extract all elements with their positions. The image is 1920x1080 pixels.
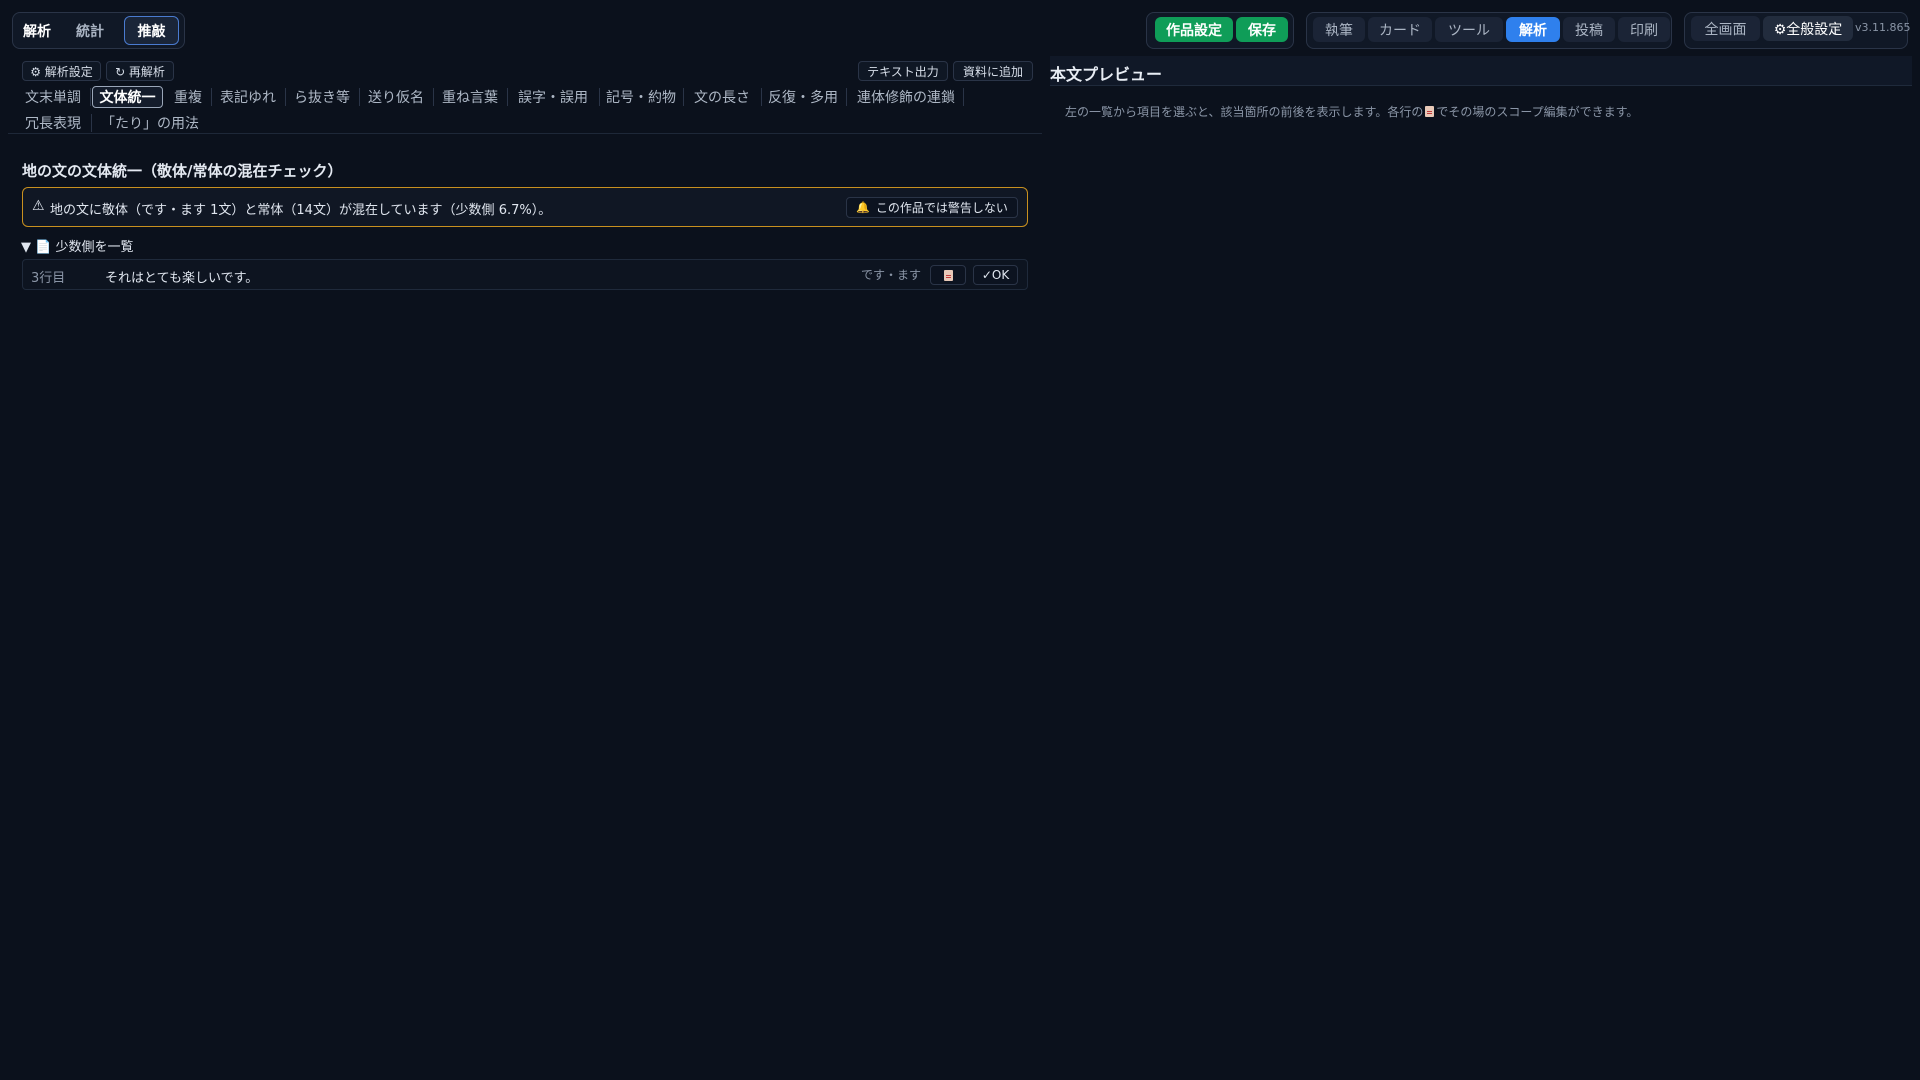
style-mix-warning: ⚠ 地の文に敬体（です・ます 1文）と常体（14文）が混在しています（少数側 6… [22,187,1028,227]
reanalyze-button[interactable]: ↻ 再解析 [106,61,174,81]
save-button[interactable]: 保存 [1236,17,1288,42]
version-label: v3.11.865 [1855,21,1911,34]
check-tab-symbols[interactable]: 記号・約物 [601,86,681,108]
analysis-settings-button[interactable]: ⚙ 解析設定 [22,61,101,81]
mute-warning-label: この作品では警告しない [875,201,1008,215]
tab-separator [683,88,684,106]
nav-analysis[interactable]: 解析 [1506,17,1560,42]
tab-separator [761,88,762,106]
tab-revision[interactable]: 推敲 [124,16,179,45]
check-tab-tari-usage[interactable]: 「たり」の用法 [94,112,206,134]
check-tab-duplicate[interactable]: 重複 [167,86,209,108]
work-settings-button[interactable]: 作品設定 [1155,17,1233,42]
check-tab-repetition[interactable]: 反復・多用 [763,86,843,108]
tab-separator [846,88,847,106]
row-style-label: です・ます [861,268,922,282]
check-tab-modifier-chain[interactable]: 連体修飾の連鎖 [849,86,963,108]
nav-print[interactable]: 印刷 [1618,17,1670,42]
check-tab-sentence-length[interactable]: 文の長さ [685,86,759,108]
warning-icon: ⚠ [32,198,45,214]
tab-separator [507,88,508,106]
check-tab-okurigana[interactable]: 送り仮名 [361,86,431,108]
check-tab-sentence-ending[interactable]: 文末単調 [18,86,88,108]
check-tab-typos[interactable]: 誤字・誤用 [509,86,597,108]
window-controls: 全画面 ⚙全般設定 v3.11.865 [1684,12,1911,49]
row-line-number: 3行目 [31,271,66,286]
tab-statistics[interactable]: 統計 [65,16,115,45]
preview-hint-after: でその場のスコープ編集ができます。 [1436,105,1639,119]
preview-hint-before: 左の一覧から項目を選ぶと、該当箇所の前後を表示します。各行の [1065,105,1424,119]
scope-edit-button[interactable] [930,265,966,285]
check-tab-redundant-words[interactable]: 重ね言葉 [435,86,505,108]
row-sentence: それはとても楽しいです。 [105,271,259,286]
tab-separator [211,88,212,106]
global-settings-button[interactable]: ⚙全般設定 [1763,16,1853,41]
check-tab-verbose[interactable]: 冗長表現 [18,112,88,134]
nav-tools[interactable]: ツール [1435,17,1503,42]
main-nav: 執筆 カード ツール 解析 投稿 印刷 [1306,12,1672,49]
document-icon [1425,106,1435,117]
nav-posting[interactable]: 投稿 [1563,17,1615,42]
tab-separator [285,88,286,106]
tab-separator [90,88,91,106]
tabs-divider [8,133,1042,134]
document-icon [943,269,953,281]
nav-cards[interactable]: カード [1368,17,1432,42]
text-export-button[interactable]: テキスト出力 [858,61,948,81]
check-tab-ranuki[interactable]: ら抜き等 [287,86,357,108]
mode-tab-group: 解析 統計 推敲 [12,12,185,49]
tab-separator [359,88,360,106]
tab-separator [91,114,92,132]
bell-icon: 🔔 [856,201,870,214]
check-tab-notation[interactable]: 表記ゆれ [213,86,283,108]
preview-title: 本文プレビュー [1050,65,1163,84]
fullscreen-button[interactable]: 全画面 [1691,16,1760,41]
minority-row[interactable]: 3行目 それはとても楽しいです。 です・ます ✓OK [22,259,1028,290]
save-group: 作品設定 保存 [1146,12,1294,49]
tab-analysis[interactable]: 解析 [17,16,57,45]
minority-list-toggle[interactable]: ▼ 📄 少数側を一覧 [21,236,133,255]
tab-separator [433,88,434,106]
nav-writing[interactable]: 執筆 [1313,17,1365,42]
section-title: 地の文の文体統一（敬体/常体の混在チェック） [22,162,343,180]
row-ok-button[interactable]: ✓OK [973,265,1018,285]
warning-text: 地の文に敬体（です・ます 1文）と常体（14文）が混在しています（少数側 6.7… [50,203,552,218]
mute-warning-button[interactable]: 🔔 この作品では警告しない [846,197,1018,218]
tab-separator [599,88,600,106]
add-to-materials-button[interactable]: 資料に追加 [953,61,1033,81]
check-tab-style-unify[interactable]: 文体統一 [92,86,163,108]
tab-separator [963,88,964,106]
preview-header: 本文プレビュー [1050,56,1912,86]
preview-hint: 左の一覧から項目を選ぶと、該当箇所の前後を表示します。各行の でその場のスコープ… [1065,103,1638,120]
